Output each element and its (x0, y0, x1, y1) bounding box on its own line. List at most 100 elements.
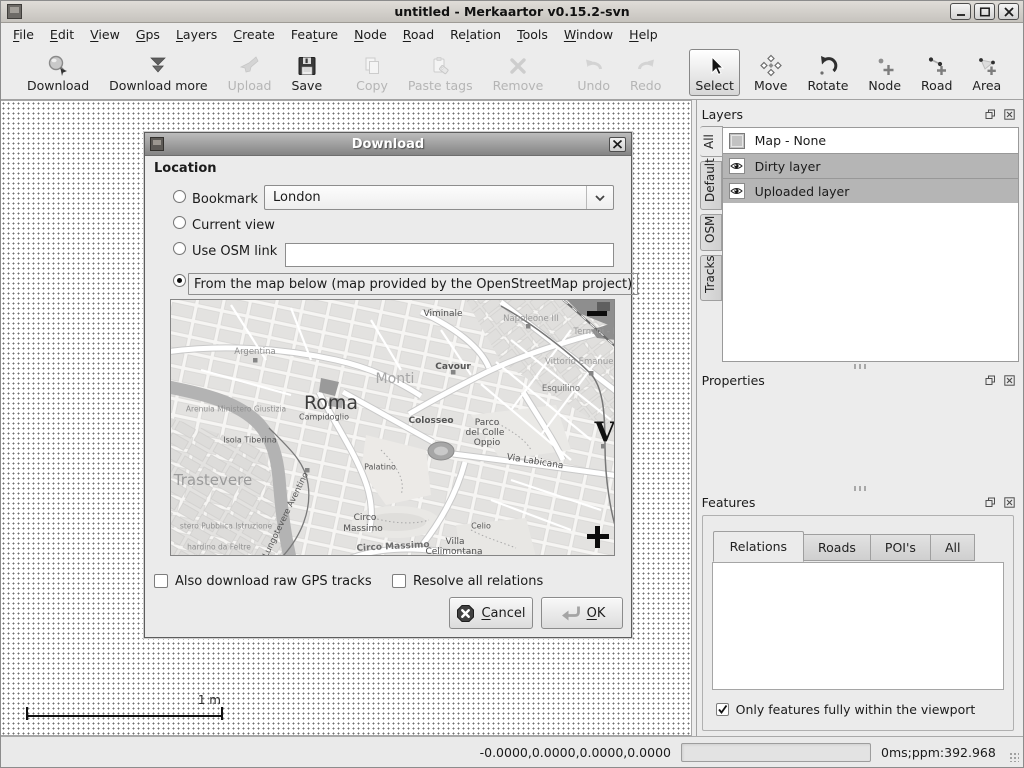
menu-layers[interactable]: Layers (168, 24, 225, 45)
bookmark-radio[interactable] (173, 190, 186, 203)
layers-tab-all[interactable]: All (700, 126, 723, 157)
menu-file[interactable]: File (5, 24, 42, 45)
features-list[interactable] (712, 562, 1004, 690)
map-label: Esquilino (542, 384, 580, 394)
scale-label: 1 m (198, 693, 221, 707)
map-label: Roma (304, 392, 358, 414)
layer-row-dirty[interactable]: Dirty layer (723, 153, 1018, 178)
viewport-only-label: Only features fully within the viewport (736, 702, 976, 717)
menu-tools[interactable]: Tools (509, 24, 556, 45)
menu-edit[interactable]: Edit (42, 24, 82, 45)
menu-road[interactable]: Road (395, 24, 442, 45)
features-tab-relations[interactable]: Relations (713, 531, 804, 562)
remove-button[interactable]: Remove (487, 49, 550, 96)
map-label: hardino da Feltre (187, 543, 251, 552)
eye-icon[interactable] (729, 158, 745, 174)
select-tool-button[interactable]: Select (689, 49, 740, 96)
menu-help[interactable]: Help (621, 24, 666, 45)
cancel-button[interactable]: Cancel (449, 597, 533, 629)
resolve-relations-checkbox[interactable] (392, 574, 406, 588)
road-tool-button[interactable]: Road (915, 49, 958, 96)
panel-resize-grip[interactable] (854, 364, 866, 369)
menu-view[interactable]: View (82, 24, 128, 45)
titlebar: untitled - Merkaartor v0.15.2-svn (1, 1, 1023, 23)
download-dialog: Download Location Bookmark London Curren… (144, 132, 632, 638)
map-label: Massimo (343, 524, 382, 534)
maximize-button[interactable] (974, 3, 995, 20)
layers-tab-default[interactable]: Default (700, 161, 722, 210)
layer-row-map-none[interactable]: Map - None (723, 128, 1018, 153)
float-panel-icon[interactable] (984, 496, 997, 509)
features-tab-roads[interactable]: Roads (804, 534, 871, 561)
ok-label: OK (587, 606, 606, 621)
layers-tabbar: All Default OSM Tracks (700, 126, 722, 301)
download-button[interactable]: Download (21, 49, 95, 96)
minimize-button[interactable] (950, 3, 971, 20)
features-frame: Relations Roads POI's All Only features … (702, 515, 1014, 731)
location-section-label: Location (154, 161, 217, 176)
from-map-radio[interactable] (173, 274, 186, 287)
float-panel-icon[interactable] (984, 108, 997, 121)
area-tool-button[interactable]: Area (966, 49, 1007, 96)
node-tool-button[interactable]: Node (862, 49, 907, 96)
map-label: del Colle (466, 428, 505, 438)
properties-panel-title: Properties (702, 373, 765, 388)
map-label: Villa (446, 537, 465, 547)
minus-icon[interactable] (587, 311, 607, 316)
undo-button[interactable]: Undo (571, 49, 616, 96)
panel-resize-grip[interactable] (854, 486, 866, 491)
save-button[interactable]: Save (285, 49, 328, 96)
osm-link-label: Use OSM link (192, 244, 277, 259)
close-panel-icon[interactable] (1003, 496, 1016, 509)
redo-button[interactable]: Redo (624, 49, 667, 96)
menu-gps[interactable]: Gps (128, 24, 168, 45)
plus-icon[interactable] (587, 526, 609, 548)
gps-tracks-checkbox[interactable] (154, 574, 168, 588)
menu-create[interactable]: Create (225, 24, 283, 45)
close-panel-icon[interactable] (1003, 374, 1016, 387)
layer-swatch-icon[interactable] (729, 133, 745, 149)
paste-tags-icon (427, 53, 453, 79)
main-window: untitled - Merkaartor v0.15.2-svn File E… (0, 0, 1024, 768)
map-label: Isola Tiberina (223, 436, 276, 445)
download-more-button[interactable]: Download more (103, 49, 214, 96)
layers-tab-osm[interactable]: OSM (700, 214, 722, 251)
features-tab-all[interactable]: All (931, 534, 976, 561)
osm-link-radio[interactable] (173, 242, 186, 255)
eye-icon[interactable] (729, 183, 745, 199)
float-panel-icon[interactable] (984, 374, 997, 387)
layer-label: Map - None (755, 133, 826, 148)
current-view-radio[interactable] (173, 216, 186, 229)
rotate-tool-button[interactable]: Rotate (801, 49, 854, 96)
bookmark-combobox[interactable]: London (264, 185, 614, 210)
paste-tags-button[interactable]: Paste tags (402, 49, 479, 96)
check-icon (717, 704, 728, 715)
menu-feature[interactable]: Feature (283, 24, 346, 45)
layer-label: Dirty layer (755, 159, 821, 174)
resize-grip[interactable] (1009, 752, 1019, 762)
copy-button[interactable]: Copy (350, 49, 394, 96)
ok-button[interactable]: OK (541, 597, 623, 629)
map-label: Palatino (364, 463, 396, 472)
close-panel-icon[interactable] (1003, 108, 1016, 121)
dialog-titlebar[interactable]: Download (145, 133, 631, 156)
map-canvas[interactable]: 1 m Download Location Bookmark (1, 100, 692, 736)
minimize-icon (955, 7, 967, 17)
cancel-icon (456, 604, 475, 623)
map-preview[interactable]: ViminaleNapoleone IIITermini - LaArgenti… (170, 299, 615, 556)
menu-window[interactable]: Window (556, 24, 621, 45)
osm-link-input[interactable] (285, 243, 614, 267)
features-tab-pois[interactable]: POI's (871, 534, 931, 561)
menu-relation[interactable]: Relation (442, 24, 509, 45)
viewport-only-checkbox[interactable] (716, 703, 729, 716)
node-icon (872, 53, 898, 79)
dialog-close-button[interactable] (609, 137, 626, 152)
map-label: Napoleone III (503, 314, 559, 324)
upload-button[interactable]: Upload (222, 49, 278, 96)
move-tool-button[interactable]: Move (748, 49, 794, 96)
bookmark-combobox-value: London (265, 190, 586, 205)
layer-row-uploaded[interactable]: Uploaded layer (723, 178, 1018, 203)
close-button[interactable] (998, 3, 1019, 20)
layers-tab-tracks[interactable]: Tracks (700, 255, 722, 301)
menu-node[interactable]: Node (346, 24, 395, 45)
